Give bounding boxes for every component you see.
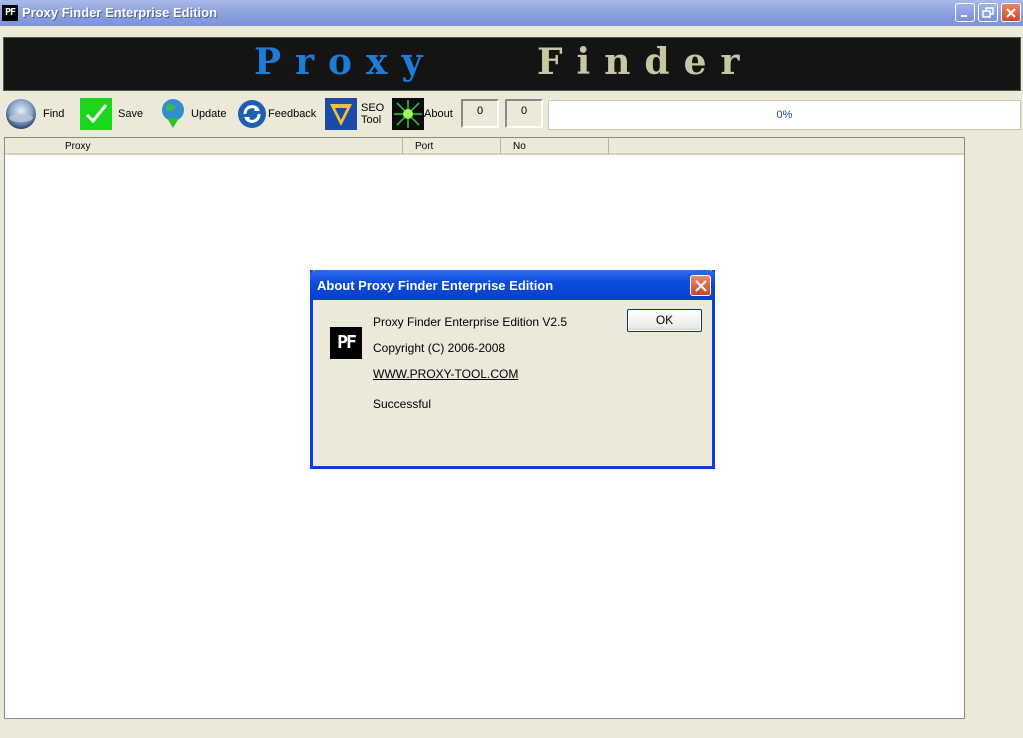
close-button[interactable]	[1001, 3, 1021, 22]
minimize-icon	[961, 15, 967, 17]
globe-download-icon	[162, 99, 184, 128]
seo-tool-label: SEO Tool	[361, 102, 384, 126]
dialog-title: About Proxy Finder Enterprise Edition	[317, 278, 554, 293]
banner-word-proxy: Proxy	[254, 41, 436, 83]
update-button[interactable]: Update	[157, 98, 229, 130]
banner-logo: Proxy Finder	[254, 41, 753, 83]
column-label-no: No	[513, 141, 526, 152]
dialog-close-button[interactable]	[690, 275, 711, 296]
update-label: Update	[191, 108, 227, 120]
about-button[interactable]: About	[392, 98, 458, 130]
column-header-filler	[609, 138, 964, 155]
app-logo-icon: PF	[330, 327, 362, 359]
restore-icon	[982, 7, 994, 18]
checkmark-icon	[80, 98, 112, 130]
restore-button[interactable]	[978, 3, 998, 22]
seo-label-line1: SEO	[361, 102, 385, 114]
window-title: Proxy Finder Enterprise Edition	[22, 5, 218, 20]
column-label-port: Port	[415, 141, 434, 152]
status-text: Successful	[373, 397, 432, 411]
column-header-port[interactable]: Port	[403, 138, 501, 155]
about-label: About	[424, 108, 453, 120]
close-icon	[1006, 8, 1016, 18]
product-name: Proxy Finder Enterprise Edition V2.5	[373, 315, 568, 329]
save-label: Save	[118, 108, 144, 120]
find-label: Find	[43, 108, 65, 120]
find-icon	[6, 99, 36, 129]
column-label-proxy: Proxy	[65, 141, 91, 152]
feedback-button[interactable]: Feedback	[236, 98, 320, 130]
counter-found: 0	[461, 99, 499, 128]
ok-button[interactable]: OK	[627, 309, 702, 332]
refresh-icon	[238, 100, 266, 128]
about-dialog[interactable]: About Proxy Finder Enterprise Edition PF…	[310, 270, 715, 469]
window-titlebar[interactable]: PF Proxy Finder Enterprise Edition	[0, 0, 1023, 26]
copyright-text: Copyright (C) 2006-2008	[373, 341, 506, 355]
minimize-button[interactable]	[955, 3, 975, 22]
website-link[interactable]: WWW.PROXY-TOOL.COM	[373, 367, 518, 381]
app-icon: PF	[2, 5, 18, 21]
feedback-label: Feedback	[268, 108, 317, 120]
seo-label-line2: Tool	[361, 114, 382, 126]
starburst-icon	[392, 98, 424, 130]
app-banner: Proxy Finder	[3, 37, 1021, 91]
close-icon	[695, 280, 707, 292]
counter-checked: 0	[505, 99, 543, 128]
banner-word-finder: Finder	[537, 41, 753, 83]
seo-tool-button[interactable]: SEO Tool	[325, 98, 385, 130]
column-header-proxy[interactable]: Proxy	[5, 138, 403, 155]
column-header-no[interactable]: No	[501, 138, 609, 155]
save-button[interactable]: Save	[80, 98, 146, 130]
progress-bar: 0%	[548, 100, 1021, 130]
find-button[interactable]: Find	[5, 98, 71, 130]
dialog-titlebar[interactable]: About Proxy Finder Enterprise Edition	[310, 270, 715, 300]
seo-tool-icon	[325, 98, 357, 130]
progress-text: 0%	[776, 109, 793, 121]
